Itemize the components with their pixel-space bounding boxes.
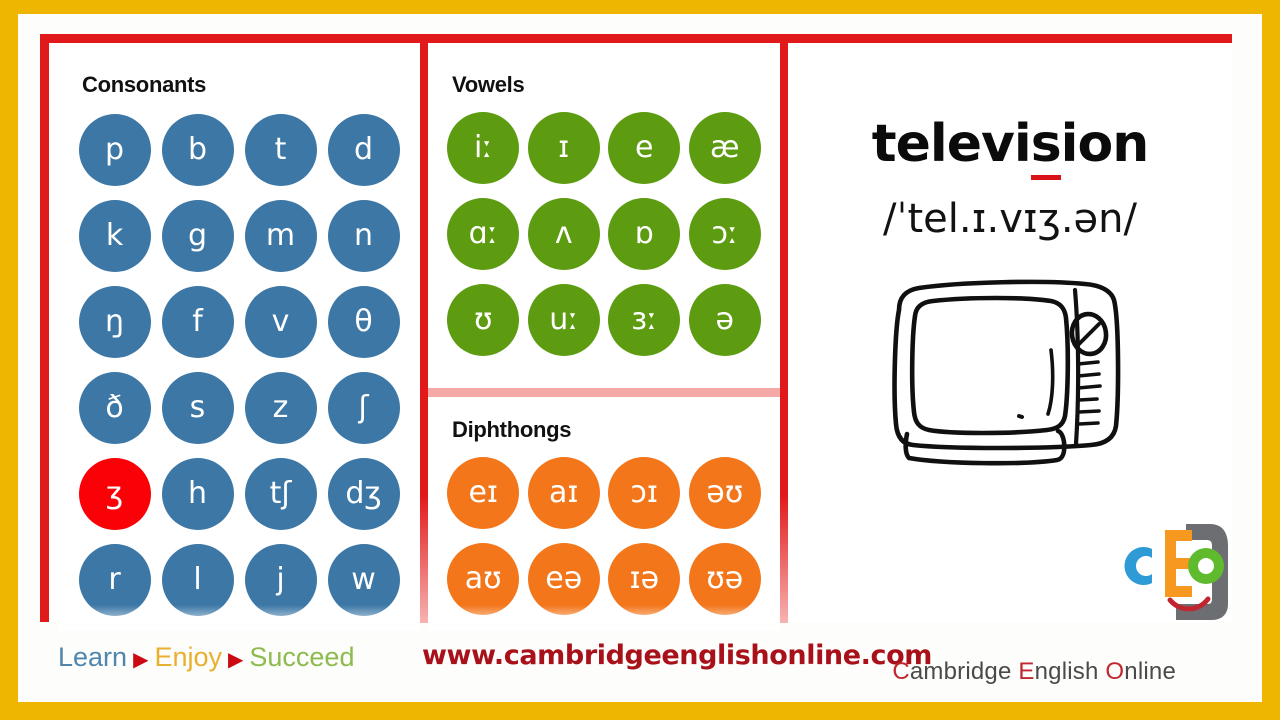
diphthongs-grid: eɪ aɪ ɔɪ əʊ aʊ eə ɪə ʊə [428, 443, 780, 615]
logo-letter-o-hole [1198, 558, 1214, 574]
tagline-learn: Learn [58, 642, 128, 672]
tagline-succeed: Succeed [249, 642, 355, 672]
consonant-button-h[interactable]: h [161, 458, 234, 530]
diphthong-button-ai[interactable]: aɪ [527, 457, 600, 529]
divider-vowels-diphthongs [428, 388, 780, 397]
brand-name-nline: nline [1124, 658, 1176, 685]
poster-canvas: Consonants p b t d k g m n ŋ f v θ ð s z [0, 0, 1280, 720]
poster-inner-panel: Consonants p b t d k g m n ŋ f v θ ð s z [18, 14, 1262, 702]
brand-name-e: E [1018, 658, 1035, 685]
vowel-button-ash[interactable]: æ [688, 112, 761, 184]
diphthong-button-ia[interactable]: ɪə [608, 543, 681, 615]
television-icon [892, 279, 1121, 466]
vowel-button-open-o[interactable]: ɔː [688, 198, 761, 270]
diphthong-button-ei[interactable]: eɪ [447, 457, 520, 529]
consonant-button-f[interactable]: f [161, 286, 234, 358]
consonant-button-tsh[interactable]: tʃ [244, 458, 317, 530]
consonant-button-s[interactable]: s [161, 372, 234, 444]
diphthong-button-ea[interactable]: eə [527, 543, 600, 615]
consonant-button-esh[interactable]: ʃ [327, 372, 400, 444]
footer: Learn ▶ Enjoy ▶ Succeed www.cambridgeenglish… [40, 524, 1240, 692]
vowel-button-i[interactable]: ɪ [527, 112, 600, 184]
consonant-button-b[interactable]: b [161, 114, 234, 186]
consonant-button-n[interactable]: n [327, 200, 400, 272]
panel-vowels: Vowels iː ɪ e æ ɑː ʌ ɒ ɔː ʊ uː ɜː ə [428, 52, 780, 388]
brand-name: Cambridge English Online [892, 658, 1176, 686]
consonant-button-v[interactable]: v [244, 286, 317, 358]
consonant-button-theta[interactable]: θ [327, 286, 400, 358]
vowel-button-wedge[interactable]: ʌ [527, 198, 600, 270]
phonemic-transcription: /ˈtel.ɪ.vɪʒ.ən/ [883, 196, 1137, 242]
consonant-button-m[interactable]: m [244, 200, 317, 272]
headword: television [788, 114, 1232, 180]
headword-target-letter: s [1030, 114, 1062, 180]
vowel-button-ii[interactable]: iː [447, 112, 520, 184]
ceo-logo-icon [1114, 516, 1234, 626]
divider-vowels-word [780, 43, 788, 623]
consonant-button-r[interactable]: r [78, 544, 151, 616]
brand-name-c: C [892, 658, 910, 685]
consonants-grid: p b t d k g m n ŋ f v θ ð s z ʃ ʒ h tʃ d… [58, 98, 420, 616]
phonemic-chart-frame: Consonants p b t d k g m n ŋ f v θ ð s z [40, 34, 1232, 631]
panel-diphthongs: Diphthongs eɪ aɪ ɔɪ əʊ aʊ eə ɪə ʊə [428, 397, 780, 631]
headword-suffix: ion [1060, 114, 1150, 174]
diphthong-button-au[interactable]: aʊ [447, 543, 520, 615]
consonant-button-t[interactable]: t [244, 114, 317, 186]
word-wrapper: television /ˈtel.ɪ.vɪʒ.ən/ [788, 52, 1232, 473]
brand-name-ambridge: ambridge [909, 658, 1012, 685]
logo-letter-c [1124, 547, 1152, 585]
vowel-button-schwa[interactable]: ə [688, 284, 761, 356]
consonant-button-g[interactable]: g [161, 200, 234, 272]
consonant-button-z[interactable]: z [244, 372, 317, 444]
tagline-arrow-1: ▶ [133, 649, 149, 671]
diphthong-button-ua[interactable]: ʊə [688, 543, 761, 615]
brand-block: Cambridge English Online [892, 524, 1234, 688]
consonant-button-ezh-selected[interactable]: ʒ [78, 458, 151, 530]
vowel-button-turned-script-a[interactable]: ɒ [608, 198, 681, 270]
consonants-title: Consonants [82, 72, 207, 97]
brand-name-o: O [1105, 658, 1125, 685]
brand-name-nglish: nglish [1034, 658, 1099, 685]
consonant-button-p[interactable]: p [78, 114, 151, 186]
vowel-button-upsilon[interactable]: ʊ [447, 284, 520, 356]
website-url[interactable]: www.cambridgeenglishonline.com [422, 640, 932, 671]
vowel-button-uu[interactable]: uː [527, 284, 600, 356]
vowel-button-aa[interactable]: ɑː [447, 198, 520, 270]
consonant-button-dzh[interactable]: dʒ [327, 458, 400, 530]
headword-prefix: televi [871, 114, 1032, 174]
divider-consonants-vowels [420, 43, 428, 623]
consonant-button-l[interactable]: l [161, 544, 234, 616]
consonant-button-d[interactable]: d [327, 114, 400, 186]
consonant-button-j[interactable]: j [244, 544, 317, 616]
diphthong-button-ou[interactable]: əʊ [688, 457, 761, 529]
consonant-button-k[interactable]: k [78, 200, 151, 272]
logo-letter-e [1165, 530, 1192, 597]
tagline-enjoy: Enjoy [154, 642, 222, 672]
vowels-title: Vowels [452, 72, 525, 97]
vowel-button-rev-epsilon[interactable]: ɜː [608, 284, 681, 356]
illustration-holder [788, 268, 1232, 473]
vowel-button-e[interactable]: e [608, 112, 681, 184]
consonant-button-eth[interactable]: ð [78, 372, 151, 444]
diphthongs-title: Diphthongs [452, 417, 572, 442]
tagline: Learn ▶ Enjoy ▶ Succeed [58, 642, 354, 673]
tagline-arrow-2: ▶ [228, 649, 244, 671]
vowels-grid: iː ɪ e æ ɑː ʌ ɒ ɔː ʊ uː ɜː ə [428, 98, 780, 356]
consonant-button-eng[interactable]: ŋ [78, 286, 151, 358]
diphthong-button-oi[interactable]: ɔɪ [608, 457, 681, 529]
logo-smile [1167, 596, 1211, 612]
panel-consonants: Consonants p b t d k g m n ŋ f v θ ð s z [58, 52, 420, 631]
consonant-button-w[interactable]: w [327, 544, 400, 616]
